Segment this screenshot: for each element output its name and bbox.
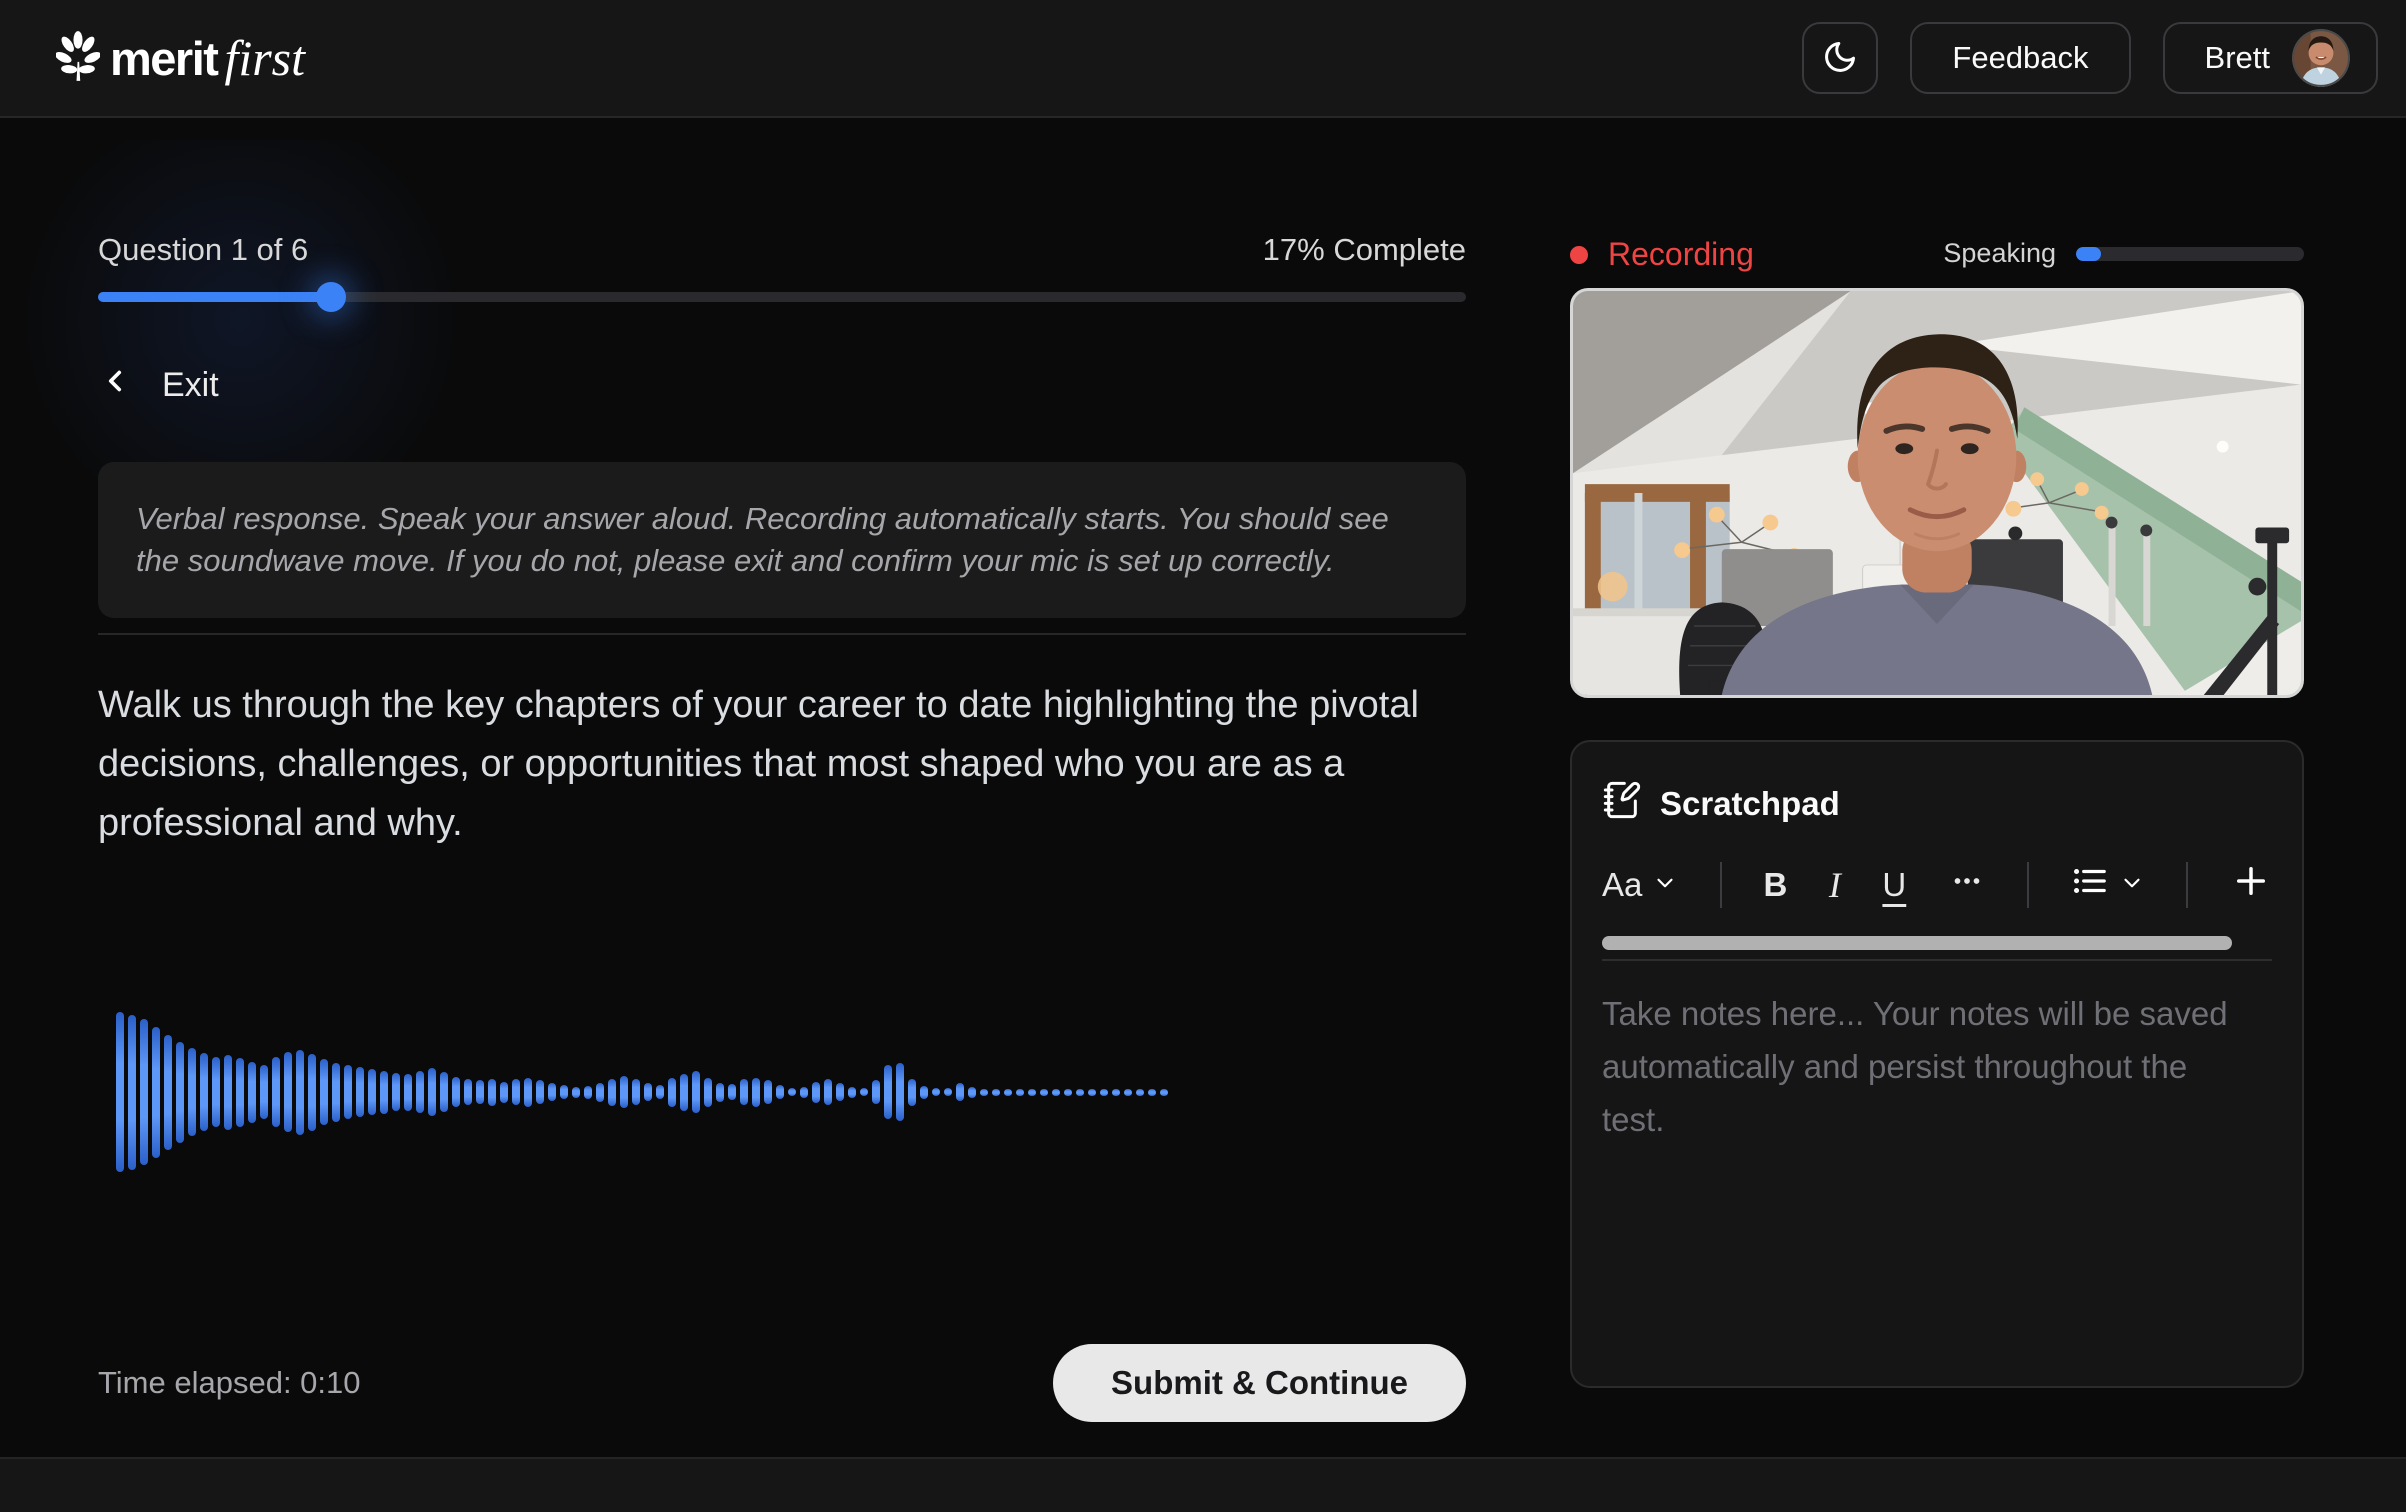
user-name-label: Brett: [2205, 40, 2270, 76]
footer-bar: [0, 1457, 2406, 1512]
instruction-text: Verbal response. Speak your answer aloud…: [136, 501, 1389, 578]
webcam-scene: [1573, 291, 2301, 695]
speaking-level-fill: [2076, 247, 2101, 261]
scratchpad-panel: Scratchpad Aa B I U: [1570, 740, 2304, 1388]
bold-button[interactable]: B: [1763, 866, 1787, 904]
avatar: [2292, 29, 2350, 87]
progress-bar: [98, 292, 1466, 302]
scratchpad-header: Scratchpad: [1602, 780, 2272, 828]
recording-status-row: Recording Speaking: [1570, 236, 2304, 273]
more-options-button[interactable]: [1948, 862, 1986, 908]
speaking-label: Speaking: [1943, 238, 2056, 269]
chevron-down-icon: [1652, 866, 1678, 904]
submit-continue-button[interactable]: Submit & Continue: [1053, 1344, 1466, 1422]
waveform: [116, 1012, 1176, 1172]
exit-label: Exit: [162, 366, 219, 405]
plus-icon: [2230, 860, 2272, 910]
progress-header: Question 1 of 6 17% Complete: [98, 232, 1466, 268]
recording-indicator: Recording: [1570, 236, 1754, 273]
speaking-level-track: [2076, 247, 2304, 261]
top-bar: merit first Feedback Brett: [0, 0, 2406, 118]
notebook-pen-icon: [1602, 780, 1642, 828]
italic-button[interactable]: I: [1829, 864, 1841, 906]
toolbar-divider: [2027, 862, 2029, 908]
scratchpad-placeholder: Take notes here... Your notes will be sa…: [1602, 995, 2228, 1138]
top-actions: Feedback Brett: [1802, 22, 2378, 94]
list-icon: [2071, 862, 2109, 908]
instruction-card: Verbal response. Speak your answer aloud…: [98, 462, 1466, 618]
user-menu-button[interactable]: Brett: [2163, 22, 2378, 94]
time-elapsed: Time elapsed: 0:10: [98, 1365, 361, 1401]
underline-button[interactable]: U: [1882, 866, 1906, 904]
section-divider: [98, 633, 1466, 635]
progress-fill: [98, 292, 331, 302]
chevron-down-icon: [2119, 866, 2145, 904]
recording-dot-icon: [1570, 246, 1588, 264]
moon-icon: [1822, 39, 1858, 78]
ellipsis-icon: [1948, 862, 1986, 908]
toolbar-rule: [1602, 959, 2272, 961]
feedback-button-label: Feedback: [1952, 40, 2088, 76]
underline-label: U: [1882, 866, 1906, 904]
brand-logo: merit first: [56, 28, 305, 89]
question-text: Walk us through the key chapters of your…: [98, 676, 1438, 853]
font-style-label: Aa: [1602, 866, 1642, 904]
add-block-button[interactable]: [2230, 860, 2272, 910]
theme-toggle-button[interactable]: [1802, 22, 1878, 94]
toolbar-divider: [2186, 862, 2188, 908]
webcam-video-feed: [1570, 288, 2304, 698]
submit-label: Submit & Continue: [1111, 1364, 1408, 1402]
italic-label: I: [1829, 864, 1841, 906]
exit-link[interactable]: Exit: [98, 364, 219, 407]
bold-label: B: [1763, 866, 1787, 904]
scratchpad-title: Scratchpad: [1660, 785, 1840, 823]
percent-complete: 17% Complete: [1263, 232, 1466, 268]
scratchpad-editor[interactable]: Take notes here... Your notes will be sa…: [1602, 987, 2232, 1146]
brand-name-italic: first: [224, 29, 305, 87]
scratchpad-toolbar: Aa B I U: [1602, 858, 2272, 912]
speaking-meter: Speaking: [1943, 238, 2304, 273]
interview-page: merit first Feedback Brett: [0, 0, 2406, 1512]
feedback-button[interactable]: Feedback: [1910, 22, 2130, 94]
recording-label: Recording: [1608, 236, 1754, 273]
laurel-logo-icon: [56, 28, 100, 89]
font-style-dropdown[interactable]: Aa: [1602, 866, 1678, 904]
list-dropdown[interactable]: [2071, 862, 2145, 908]
brand-name-bold: merit: [110, 31, 217, 86]
bottom-row: Time elapsed: 0:10 Submit & Continue: [98, 1344, 1466, 1422]
toolbar-divider: [1720, 862, 1722, 908]
question-counter: Question 1 of 6: [98, 232, 308, 268]
progress-thumb: [316, 282, 346, 312]
chevron-left-icon: [98, 364, 132, 407]
toolbar-scrollbar[interactable]: [1602, 936, 2232, 950]
